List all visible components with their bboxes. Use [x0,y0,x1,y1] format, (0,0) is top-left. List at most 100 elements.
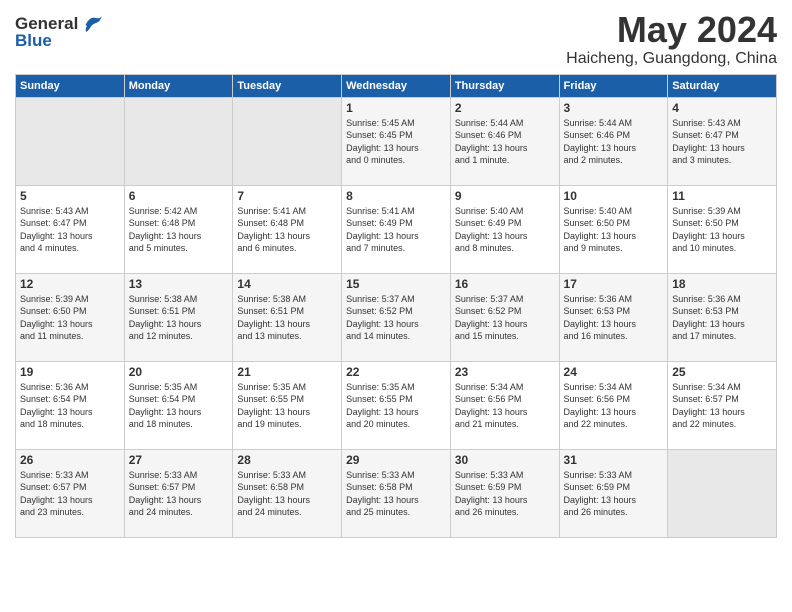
day-info: Sunrise: 5:37 AMSunset: 6:52 PMDaylight:… [455,293,555,343]
day-number: 14 [237,277,337,291]
day-number: 9 [455,189,555,203]
table-row: 29 Sunrise: 5:33 AMSunset: 6:58 PMDayligh… [342,449,451,537]
day-number: 1 [346,101,446,115]
page: General Blue May 2024 Haicheng, Guangdon… [0,0,792,612]
day-number: 24 [564,365,664,379]
table-row: 8Sunrise: 5:41 AMSunset: 6:49 PMDaylight… [342,185,451,273]
table-row [233,97,342,185]
table-row: 9 Sunrise: 5:40 AMSunset: 6:49 PMDaylight… [450,185,559,273]
table-row: 2 Sunrise: 5:44 AMSunset: 6:46 PMDaylight… [450,97,559,185]
day-number: 30 [455,453,555,467]
day-number: 27 [129,453,229,467]
calendar-week-row: 26 Sunrise: 5:33 AMSunset: 6:57 PMDayligh… [16,449,777,537]
logo-blue: Blue [15,32,104,51]
calendar-week-row: 19Sunrise: 5:36 AMSunset: 6:54 PMDayligh… [16,361,777,449]
table-row: 23Sunrise: 5:34 AMSunset: 6:56 PMDayligh… [450,361,559,449]
day-info: Sunrise: 5:39 AMSunset: 6:50 PMDaylight:… [672,205,772,255]
table-row: 1 Sunrise: 5:45 AMSunset: 6:45 PMDaylight… [342,97,451,185]
day-info: Sunrise: 5:33 AMSunset: 6:58 PMDaylight:… [346,469,446,519]
logo: General Blue [15,14,104,51]
day-info: Sunrise: 5:33 AMSunset: 6:57 PMDaylight:… [20,469,120,519]
table-row: 10 Sunrise: 5:40 AMSunset: 6:50 PMDayligh… [559,185,668,273]
day-info: Sunrise: 5:42 AMSunset: 6:48 PMDaylight:… [129,205,229,255]
day-number: 15 [346,277,446,291]
logo-bird-icon [82,14,104,34]
day-number: 7 [237,189,337,203]
day-info: Sunrise: 5:37 AMSunset: 6:52 PMDaylight:… [346,293,446,343]
table-row: 18Sunrise: 5:36 AMSunset: 6:53 PMDayligh… [668,273,777,361]
header-sunday: Sunday [16,74,125,97]
calendar-table: Sunday Monday Tuesday Wednesday Thursday… [15,74,777,538]
table-row: 20Sunrise: 5:35 AMSunset: 6:54 PMDayligh… [124,361,233,449]
day-info: Sunrise: 5:33 AMSunset: 6:59 PMDaylight:… [564,469,664,519]
table-row: 13 Sunrise: 5:38 AMSunset: 6:51 PMDayligh… [124,273,233,361]
day-number: 28 [237,453,337,467]
day-number: 13 [129,277,229,291]
day-info: Sunrise: 5:45 AMSunset: 6:45 PMDaylight:… [346,117,446,167]
table-row: 7Sunrise: 5:41 AMSunset: 6:48 PMDaylight… [233,185,342,273]
header-wednesday: Wednesday [342,74,451,97]
day-info: Sunrise: 5:39 AMSunset: 6:50 PMDaylight:… [20,293,120,343]
table-row [16,97,125,185]
table-row: 31 Sunrise: 5:33 AMSunset: 6:59 PMDayligh… [559,449,668,537]
day-info: Sunrise: 5:40 AMSunset: 6:50 PMDaylight:… [564,205,664,255]
header-thursday: Thursday [450,74,559,97]
table-row: 6Sunrise: 5:42 AMSunset: 6:48 PMDaylight… [124,185,233,273]
table-row: 21Sunrise: 5:35 AMSunset: 6:55 PMDayligh… [233,361,342,449]
day-number: 2 [455,101,555,115]
day-info: Sunrise: 5:40 AMSunset: 6:49 PMDaylight:… [455,205,555,255]
day-number: 17 [564,277,664,291]
table-row: 28 Sunrise: 5:33 AMSunset: 6:58 PMDayligh… [233,449,342,537]
table-row: 25Sunrise: 5:34 AMSunset: 6:57 PMDayligh… [668,361,777,449]
title-block: May 2024 Haicheng, Guangdong, China [566,10,777,68]
day-info: Sunrise: 5:43 AMSunset: 6:47 PMDaylight:… [20,205,120,255]
calendar-week-row: 5 Sunrise: 5:43 AMSunset: 6:47 PMDaylight… [16,185,777,273]
location: Haicheng, Guangdong, China [566,50,777,68]
day-number: 11 [672,189,772,203]
table-row: 14 Sunrise: 5:38 AMSunset: 6:51 PMDayligh… [233,273,342,361]
day-number: 22 [346,365,446,379]
calendar-week-row: 12 Sunrise: 5:39 AMSunset: 6:50 PMDayligh… [16,273,777,361]
day-number: 4 [672,101,772,115]
day-info: Sunrise: 5:44 AMSunset: 6:46 PMDaylight:… [455,117,555,167]
header-tuesday: Tuesday [233,74,342,97]
calendar-week-row: 1 Sunrise: 5:45 AMSunset: 6:45 PMDaylight… [16,97,777,185]
day-info: Sunrise: 5:38 AMSunset: 6:51 PMDaylight:… [129,293,229,343]
table-row: 4 Sunrise: 5:43 AMSunset: 6:47 PMDaylight… [668,97,777,185]
header-saturday: Saturday [668,74,777,97]
day-info: Sunrise: 5:34 AMSunset: 6:57 PMDaylight:… [672,381,772,431]
day-number: 29 [346,453,446,467]
day-info: Sunrise: 5:44 AMSunset: 6:46 PMDaylight:… [564,117,664,167]
table-row: 22 Sunrise: 5:35 AMSunset: 6:55 PMDayligh… [342,361,451,449]
table-row [668,449,777,537]
day-info: Sunrise: 5:41 AMSunset: 6:49 PMDaylight:… [346,205,446,255]
header: General Blue May 2024 Haicheng, Guangdon… [15,10,777,68]
day-info: Sunrise: 5:35 AMSunset: 6:55 PMDaylight:… [346,381,446,431]
day-info: Sunrise: 5:33 AMSunset: 6:59 PMDaylight:… [455,469,555,519]
day-info: Sunrise: 5:36 AMSunset: 6:53 PMDaylight:… [564,293,664,343]
table-row: 30 Sunrise: 5:33 AMSunset: 6:59 PMDayligh… [450,449,559,537]
day-info: Sunrise: 5:34 AMSunset: 6:56 PMDaylight:… [455,381,555,431]
day-info: Sunrise: 5:38 AMSunset: 6:51 PMDaylight:… [237,293,337,343]
day-number: 5 [20,189,120,203]
month-title: May 2024 [566,10,777,50]
day-info: Sunrise: 5:35 AMSunset: 6:54 PMDaylight:… [129,381,229,431]
day-number: 16 [455,277,555,291]
table-row: 17 Sunrise: 5:36 AMSunset: 6:53 PMDayligh… [559,273,668,361]
day-number: 21 [237,365,337,379]
day-number: 12 [20,277,120,291]
day-info: Sunrise: 5:43 AMSunset: 6:47 PMDaylight:… [672,117,772,167]
day-number: 31 [564,453,664,467]
day-info: Sunrise: 5:33 AMSunset: 6:58 PMDaylight:… [237,469,337,519]
table-row: 15 Sunrise: 5:37 AMSunset: 6:52 PMDayligh… [342,273,451,361]
day-number: 26 [20,453,120,467]
table-row: 27Sunrise: 5:33 AMSunset: 6:57 PMDayligh… [124,449,233,537]
day-number: 3 [564,101,664,115]
table-row: 12 Sunrise: 5:39 AMSunset: 6:50 PMDayligh… [16,273,125,361]
table-row: 5 Sunrise: 5:43 AMSunset: 6:47 PMDaylight… [16,185,125,273]
day-info: Sunrise: 5:36 AMSunset: 6:53 PMDaylight:… [672,293,772,343]
table-row: 24Sunrise: 5:34 AMSunset: 6:56 PMDayligh… [559,361,668,449]
calendar-header-row: Sunday Monday Tuesday Wednesday Thursday… [16,74,777,97]
day-number: 10 [564,189,664,203]
day-number: 19 [20,365,120,379]
